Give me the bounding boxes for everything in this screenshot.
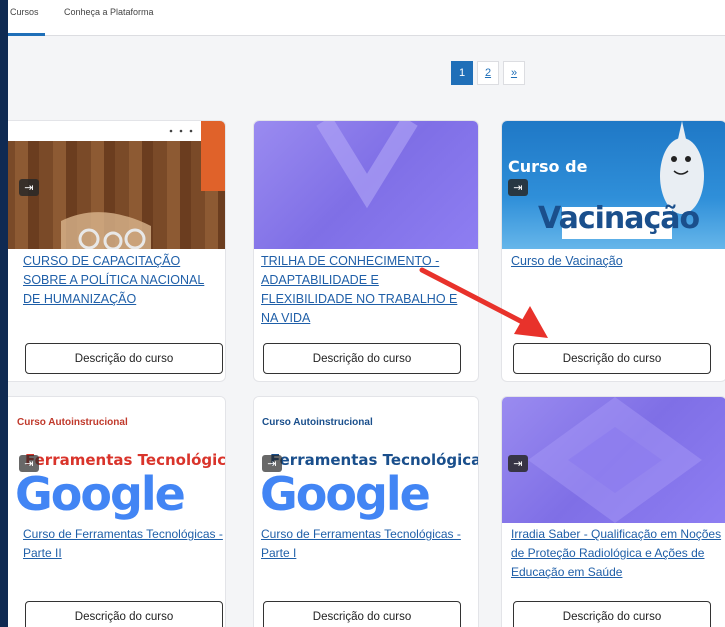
course-title-link[interactable]: CURSO DE CAPACITAÇÃO SOBRE A POLÍTICA NA… (23, 252, 223, 309)
thumb-tag: Curso Autoinstrucional (262, 417, 373, 428)
tab-cursos[interactable]: Cursos (8, 6, 44, 36)
vaccine-thumb-heading: Vacinação (538, 201, 700, 236)
tab-conheca-plataforma[interactable]: Conheça a Plataforma (64, 6, 154, 18)
course-card: Curso Autoinstrucional Ferramentas Tecno… (8, 396, 226, 627)
sign-in-icon: ⇥ (19, 179, 39, 196)
pagination: 1 2 » (451, 61, 525, 85)
course-description-button[interactable]: Descrição do curso (25, 343, 223, 374)
course-thumbnail[interactable]: Curso de Vacinação ⇥ (502, 121, 725, 249)
vaccine-thumb-caption: Curso de (508, 157, 588, 176)
thumb-tag: Curso Autoinstrucional (17, 417, 128, 428)
course-thumbnail[interactable]: ⇥ (8, 121, 225, 249)
next-page-button[interactable]: » (503, 61, 525, 85)
course-thumbnail[interactable]: ⇥ (502, 397, 725, 523)
course-thumbnail[interactable] (254, 121, 478, 249)
course-description-button[interactable]: Descrição do curso (25, 601, 223, 627)
course-title-link[interactable]: TRILHA DE CONHECIMENTO - ADAPTABILIDADE … (261, 252, 471, 328)
google-logo: Google (260, 467, 431, 521)
course-card: Curso de Vacinação ⇥ Curso de Vacinação … (501, 120, 725, 382)
course-card: ⇥ Irradia Saber - Qualificação em Noções… (501, 396, 725, 627)
course-title-link[interactable]: Irradia Saber - Qualificação em Noções d… (511, 525, 725, 582)
course-description-button[interactable]: Descrição do curso (263, 601, 461, 627)
sign-in-icon: ⇥ (508, 179, 528, 196)
page-2-button[interactable]: 2 (477, 61, 499, 85)
course-catalog-panel: Cursos Conheça a Plataforma 1 2 » ⇥ CURS… (8, 0, 725, 627)
sign-in-icon: ⇥ (508, 455, 528, 472)
course-title-link[interactable]: Curso de Ferramentas Tecnológicas - Part… (261, 525, 471, 563)
course-description-button[interactable]: Descrição do curso (513, 601, 711, 627)
course-thumbnail[interactable]: Curso Autoinstrucional Ferramentas Tecno… (254, 397, 478, 523)
tab-bar: Cursos Conheça a Plataforma (8, 0, 725, 36)
sign-in-icon: ⇥ (262, 455, 282, 472)
course-card: Curso Autoinstrucional Ferramentas Tecno… (253, 396, 479, 627)
google-logo: Google (15, 467, 186, 521)
course-card: TRILHA DE CONHECIMENTO - ADAPTABILIDADE … (253, 120, 479, 382)
course-thumbnail[interactable]: Curso Autoinstrucional Ferramentas Tecno… (8, 397, 225, 523)
course-description-button[interactable]: Descrição do curso (513, 343, 711, 374)
course-title-link[interactable]: Curso de Vacinação (511, 252, 721, 271)
course-card: ⇥ CURSO DE CAPACITAÇÃO SOBRE A POLÍTICA … (8, 120, 226, 382)
course-description-button[interactable]: Descrição do curso (263, 343, 461, 374)
course-title-link[interactable]: Curso de Ferramentas Tecnológicas - Part… (23, 525, 223, 563)
sign-in-icon: ⇥ (19, 455, 39, 472)
page-1-button[interactable]: 1 (451, 61, 473, 85)
